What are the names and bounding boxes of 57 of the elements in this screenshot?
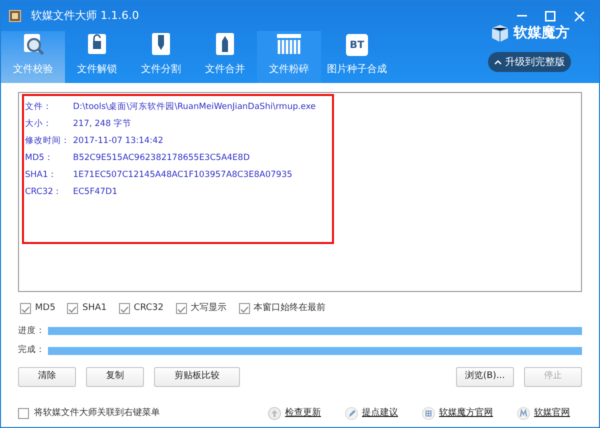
window-title: 软媒文件大师 1.1.6.0 xyxy=(31,8,139,24)
caret-icon xyxy=(494,59,502,65)
check-icon xyxy=(21,304,30,313)
checkbox-label: SHA1 xyxy=(82,302,107,315)
minimize-icon xyxy=(517,15,527,17)
field-value: B52C9E515AC962382178655E3C5A4E8D xyxy=(73,152,250,165)
check-icon xyxy=(68,304,78,313)
link[interactable]: 提点建议 xyxy=(362,407,398,420)
shredder-icon xyxy=(276,32,302,56)
close-icon xyxy=(574,10,585,22)
checkbox-label: CRC32 xyxy=(134,302,164,315)
maximize-icon xyxy=(545,10,556,22)
checkbox[interactable] xyxy=(20,303,31,314)
field-label: 文件： xyxy=(25,101,53,114)
check-icon xyxy=(240,304,249,313)
field-label: MD5： xyxy=(25,152,54,165)
toolbar-tab[interactable]: BT 图片种子合成 xyxy=(321,31,393,83)
checkbox[interactable] xyxy=(118,303,130,314)
field-value: D:\tools\桌面\河东软件园\RuanMeiWenJianDaShi\rmup.exe xyxy=(73,101,316,114)
check-icon xyxy=(176,304,186,313)
field-label: 修改时间： xyxy=(25,135,71,148)
button[interactable]: 剪贴板比较 xyxy=(154,367,240,387)
field-label: SHA1： xyxy=(25,169,58,182)
checkbox-label: 将软媒文件大师关联到右键菜单 xyxy=(34,407,160,420)
checkbox[interactable] xyxy=(176,303,187,314)
cube-logo-icon xyxy=(490,24,510,43)
upgrade-button[interactable]: 升级到完整版 xyxy=(488,52,571,72)
pen-icon xyxy=(345,407,358,420)
m-icon xyxy=(517,407,530,420)
checkbox-label: 本窗口始终在最前 xyxy=(254,302,326,315)
grid-icon xyxy=(422,407,435,420)
check-icon xyxy=(120,304,129,313)
brand-name: 软媒魔方 xyxy=(514,24,570,43)
checkbox-label: MD5 xyxy=(35,302,56,315)
checkbox[interactable] xyxy=(67,303,78,314)
bt-icon: BT xyxy=(346,34,368,56)
field-value: 217, 248 字节 xyxy=(73,118,132,131)
field-value: EC5F47D1 xyxy=(73,186,118,199)
lock-icon xyxy=(86,32,108,56)
link[interactable]: 软媒魔方官网 xyxy=(439,407,493,420)
link[interactable]: 检查更新 xyxy=(285,407,321,420)
magnifier-icon xyxy=(21,32,45,56)
field-value: 1E71EC507C12145A48AC1F103957A8C3E8A07935 xyxy=(73,169,292,182)
checkbox[interactable] xyxy=(18,408,29,420)
progress-label: 进度： xyxy=(18,324,46,338)
field-value: 2017-11-07 13:14:42 xyxy=(73,135,164,148)
link[interactable]: 软媒官网 xyxy=(534,407,570,420)
checkbox[interactable] xyxy=(238,303,250,314)
button[interactable]: 复制 xyxy=(86,367,144,387)
button[interactable]: 清除 xyxy=(18,367,76,387)
field-label: 大小： xyxy=(25,118,53,131)
field-label: CRC32： xyxy=(25,186,64,199)
progress-label: 完成： xyxy=(18,344,46,357)
app-icon xyxy=(9,10,21,22)
arrow-up-icon xyxy=(268,407,281,420)
checkbox-label: 大写显示 xyxy=(190,302,227,315)
button[interactable]: 浏览(B)... xyxy=(456,367,514,387)
